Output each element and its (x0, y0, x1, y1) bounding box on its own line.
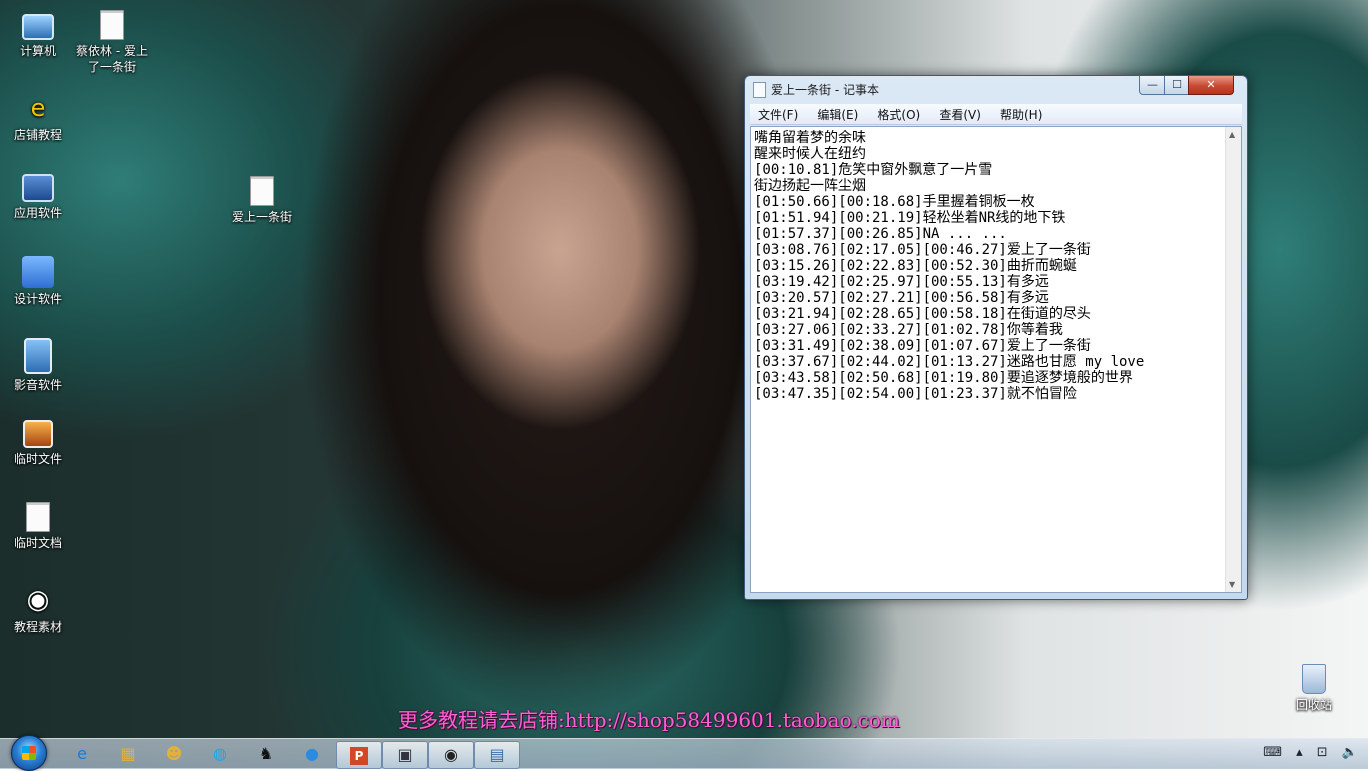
notepad-icon: ▤ (489, 745, 505, 764)
desktop-icon-temp-files[interactable]: 临时文件 (0, 420, 76, 467)
taskbar-qq-browser[interactable]: ◍ (198, 741, 242, 767)
desktop-icon-label: 爱上一条街 (231, 210, 292, 224)
desktop-icon-label: 影音软件 (13, 378, 62, 392)
desktop-icon-label: 店铺教程 (13, 128, 62, 142)
title-bar[interactable]: 爱上一条街 - 记事本 — ☐ ✕ (745, 76, 1247, 102)
computer-icon (22, 14, 54, 40)
menu-edit[interactable]: 编辑(E) (817, 105, 858, 125)
desktop-icon-label: 回收站 (1295, 698, 1332, 712)
desktop-icon-label: 蔡依林 - 爱上了一条街 (76, 44, 148, 74)
menu-file[interactable]: 文件(F) (758, 105, 798, 125)
menu-view[interactable]: 查看(V) (939, 105, 981, 125)
taskbar-chat-app[interactable]: ● (290, 741, 334, 767)
taskbar-internet-explorer[interactable]: e (60, 741, 104, 767)
internet-explorer-icon: e (77, 744, 87, 763)
taskbar-video-player[interactable]: ▣ (382, 741, 428, 769)
text-line: 街边扬起一阵尘烟 (754, 178, 866, 194)
ie-icon: e (30, 94, 46, 122)
desktop-icon-tutorial-materials[interactable]: ◉ 教程素材 (0, 584, 76, 635)
keyboard-icon[interactable]: ⌨ (1263, 745, 1282, 760)
eye-icon: ◉ (444, 745, 458, 764)
text-line: [03:37.67][02:44.02][01:13.27]迷路也甘愿 my l… (754, 354, 1145, 370)
text-editor-area[interactable]: 嘴角留着梦的余味 醒来时候人在纽约 [00:10.81]危笑中窗外飘意了一片雪 … (750, 126, 1242, 593)
document-icon (100, 10, 124, 40)
text-line: [03:08.76][02:17.05][00:46.27]爱上了一条街 (754, 242, 1091, 258)
minimize-button[interactable]: — (1139, 76, 1166, 95)
desktop-icon-temp-docs[interactable]: 临时文档 (0, 502, 76, 551)
taskbar-viewer-app[interactable]: ◉ (428, 741, 474, 769)
notepad-icon (753, 82, 766, 98)
system-tray: ⌨ ▴ ⊡ 🔈 (1253, 745, 1358, 760)
desktop-icon-song-file[interactable]: 蔡依林 - 爱上了一条街 (74, 10, 150, 75)
text-line: 嘴角留着梦的余味 (754, 130, 866, 146)
desktop-icon-shop-tutorial[interactable]: e 店铺教程 (0, 92, 76, 143)
desktop-icon-label: 临时文件 (13, 452, 62, 466)
video-icon (24, 338, 52, 374)
close-button[interactable]: ✕ (1188, 76, 1234, 95)
menu-help[interactable]: 帮助(H) (1000, 105, 1042, 125)
desktop-icon-media-software[interactable]: 影音软件 (0, 338, 76, 393)
text-line: [03:15.26][02:22.83][00:52.30]曲折而蜿蜒 (754, 258, 1077, 274)
desktop-icon-label: 临时文档 (13, 536, 62, 550)
taskbar-powerpoint[interactable]: P (336, 741, 382, 769)
desktop-icon-label: 教程素材 (13, 620, 62, 634)
document-icon (250, 176, 274, 206)
text-line: [01:57.37][00:26.85]NA ... ... (754, 226, 1007, 242)
text-line: [03:31.49][02:38.09][01:07.67]爱上了一条街 (754, 338, 1091, 354)
eye-icon: ◉ (26, 585, 50, 615)
text-line: [03:20.57][02:27.21][00:56.58]有多远 (754, 290, 1049, 306)
text-line: [01:50.66][00:18.68]手里握着铜板一枚 (754, 194, 1035, 210)
desktop-icon-lyrics-file[interactable]: 爱上一条街 (224, 176, 300, 225)
cat-icon: ☻ (165, 744, 183, 763)
windows-start-icon (22, 746, 36, 760)
editor-text[interactable]: 嘴角留着梦的余味 醒来时候人在纽约 [00:10.81]危笑中窗外飘意了一片雪 … (754, 130, 1222, 402)
maximize-button[interactable]: ☐ (1164, 76, 1190, 95)
text-line: [01:51.94][00:21.19]轻松坐着NR线的地下铁 (754, 210, 1066, 226)
qq-penguin-icon: ♞ (258, 744, 274, 763)
scroll-up-icon[interactable]: ▲ (1229, 130, 1235, 139)
vertical-scrollbar[interactable]: ▲ ▼ (1225, 127, 1241, 592)
volume-icon[interactable]: 🔈 (1342, 745, 1358, 760)
notepad-window[interactable]: 爱上一条街 - 记事本 — ☐ ✕ 文件(F) 编辑(E) 格式(O) 查看(V… (744, 75, 1248, 600)
taskbar: e ▦ ☻ ◍ ♞ ● P ▣ ◉ ▤ ⌨ ▴ ⊡ 🔈 (0, 735, 1368, 771)
wallpaper-caption: 更多教程请去店铺:http://shop58499601.taobao.com (398, 708, 900, 732)
text-line: [03:27.06][02:33.27][01:02.78]你等着我 (754, 322, 1063, 338)
taskbar-cat-app[interactable]: ☻ (152, 741, 196, 767)
network-icon[interactable]: ⊡ (1317, 745, 1328, 760)
desktop-icon-label: 设计软件 (13, 292, 62, 306)
text-line: 醒来时候人在纽约 (754, 146, 866, 162)
photo-icon (23, 420, 53, 448)
window-title: 爱上一条街 - 记事本 (771, 83, 879, 97)
text-line: [03:19.42][02:25.97][00:55.13]有多远 (754, 274, 1049, 290)
document-icon (26, 502, 50, 532)
menu-bar: 文件(F) 编辑(E) 格式(O) 查看(V) 帮助(H) (750, 104, 1242, 125)
recycle-bin-icon (1302, 664, 1326, 694)
text-line: [03:47.35][02:54.00][01:23.37]就不怕冒险 (754, 386, 1077, 402)
taskbar-notepad[interactable]: ▤ (474, 741, 520, 769)
desktop-icon-recycle-bin[interactable]: 回收站 (1276, 664, 1352, 713)
desktop-icon-design-software[interactable]: 设计软件 (0, 256, 76, 307)
text-line: [03:21.94][02:28.65][00:58.18]在街道的尽头 (754, 306, 1091, 322)
powerpoint-icon: P (350, 747, 368, 765)
video-player-icon: ▣ (397, 745, 413, 764)
browser-icon: ◍ (213, 744, 227, 763)
menu-format[interactable]: 格式(O) (877, 105, 920, 125)
taskbar-file-explorer[interactable]: ▦ (106, 741, 150, 767)
desktop-icon-label: 应用软件 (13, 206, 62, 220)
start-button[interactable] (11, 735, 47, 771)
scroll-down-icon[interactable]: ▼ (1229, 580, 1235, 589)
finder-icon (22, 256, 54, 288)
desktop-icon-computer[interactable]: 计算机 (0, 8, 76, 59)
folder-icon: ▦ (120, 744, 136, 763)
taskbar-qq[interactable]: ♞ (244, 741, 288, 767)
desktop-icon-label: 计算机 (19, 44, 56, 58)
software-folder-icon (22, 174, 54, 202)
show-hidden-icons-icon[interactable]: ▴ (1296, 745, 1303, 760)
text-line: [00:10.81]危笑中窗外飘意了一片雪 (754, 162, 993, 178)
text-line: [03:43.58][02:50.68][01:19.80]要追逐梦境般的世界 (754, 370, 1133, 386)
desktop-icon-applications[interactable]: 应用软件 (0, 174, 76, 221)
chat-icon: ● (305, 744, 319, 763)
